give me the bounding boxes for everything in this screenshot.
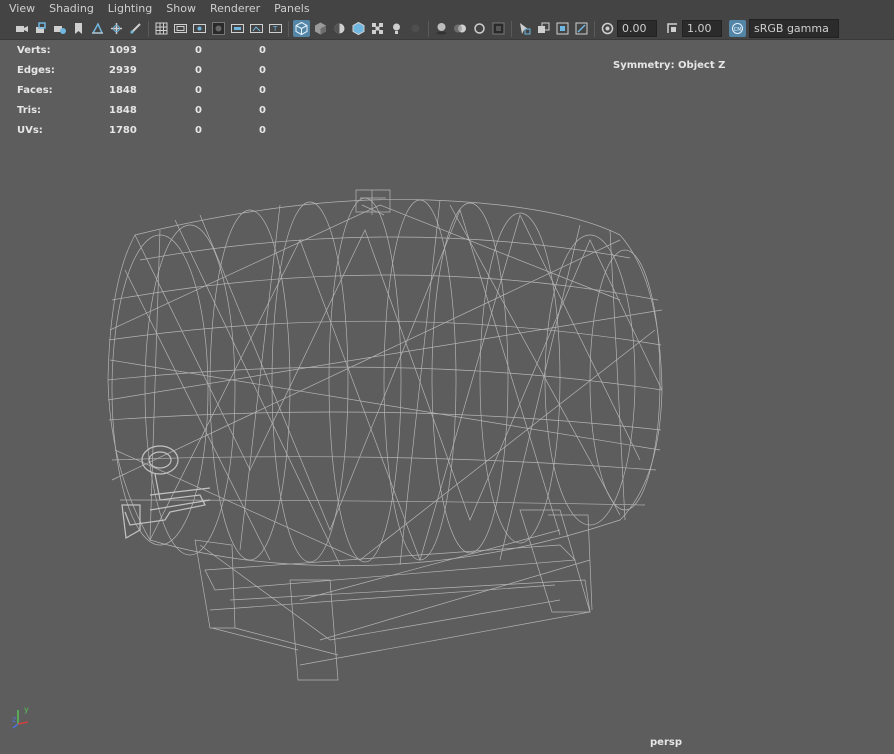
2d-pan-zoom-icon[interactable] [108,20,125,37]
toolbar-separator [148,20,149,37]
safe-action-icon[interactable] [248,20,265,37]
exposure-icon[interactable] [599,20,616,37]
view-transform-icon[interactable]: CM [729,20,746,37]
lock-camera-icon[interactable] [32,20,49,37]
toolbar-separator [288,20,289,37]
gate-mask-icon[interactable] [210,20,227,37]
axis-y-label: y [24,705,29,714]
panel-menu-bar: View Shading Lighting Show Renderer Pane… [0,0,894,18]
ambient-occlusion-icon[interactable] [433,20,450,37]
menu-panels[interactable]: Panels [269,0,314,18]
gamma-icon[interactable] [664,20,681,37]
camera-name-label: persp [650,737,682,748]
camera-attributes-icon[interactable] [51,20,68,37]
barrel-wireframe-mesh[interactable] [107,189,663,681]
xray-active-components-icon[interactable] [554,20,571,37]
select-camera-icon[interactable] [13,20,30,37]
bookmark-icon[interactable] [70,20,87,37]
film-gate-icon[interactable] [172,20,189,37]
grease-pencil-icon[interactable] [127,20,144,37]
axis-z-label: z [12,715,16,724]
smooth-shade-icon[interactable] [312,20,329,37]
axis-z-line [12,723,19,729]
svg-text:T: T [272,25,278,33]
menu-shading[interactable]: Shading [44,0,99,18]
resolution-gate-icon[interactable] [191,20,208,37]
field-chart-icon[interactable] [229,20,246,37]
shadows-icon[interactable] [407,20,424,37]
axis-x-line [17,721,29,725]
exposure-field[interactable]: 0.00 [617,20,657,37]
spigot-wireframe [121,445,211,539]
menu-renderer[interactable]: Renderer [205,0,265,18]
anti-aliasing-icon[interactable] [471,20,488,37]
default-material-icon[interactable] [331,20,348,37]
textured-icon[interactable] [369,20,386,37]
lights-icon[interactable] [388,20,405,37]
toolbar-separator [594,20,595,37]
panel-toolbar: T 0.00 1.00 CM sRGB gamma [0,18,894,40]
depth-of-field-icon[interactable] [490,20,507,37]
isolate-select-icon[interactable] [516,20,533,37]
wireframe-icon[interactable] [293,20,310,37]
menu-view[interactable]: View [4,0,40,18]
xray-icon[interactable] [535,20,552,37]
barrel-stand-wireframe [194,509,593,681]
toolbar-separator [511,20,512,37]
viewport-canvas[interactable] [0,40,894,754]
menu-lighting[interactable]: Lighting [103,0,157,18]
xray-joints-icon[interactable] [573,20,590,37]
safe-title-icon[interactable]: T [267,20,284,37]
wireframe-on-shaded-icon[interactable] [350,20,367,37]
axis-gizmo: y z [12,705,29,729]
image-plane-icon[interactable] [89,20,106,37]
gamma-field[interactable]: 1.00 [682,20,722,37]
menu-show[interactable]: Show [161,0,201,18]
grid-icon[interactable] [153,20,170,37]
svg-text:CM: CM [734,27,742,33]
color-space-select[interactable]: sRGB gamma [749,19,839,38]
toolbar-separator [428,20,429,37]
motion-blur-icon[interactable] [452,20,469,37]
